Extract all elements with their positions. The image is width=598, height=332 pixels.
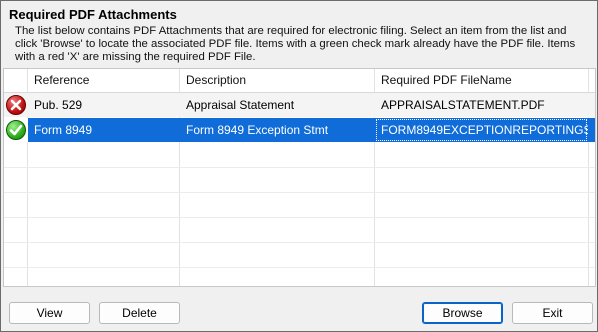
status-cell	[4, 93, 28, 117]
browse-button[interactable]: Browse	[422, 302, 503, 324]
empty-row	[4, 168, 595, 193]
filename-cell: APPRAISALSTATEMENT.PDF	[381, 98, 545, 112]
description-cell: Form 8949 Exception Stmt	[186, 123, 329, 137]
exit-button[interactable]: Exit	[512, 302, 593, 324]
column-header-description[interactable]: Description	[180, 69, 375, 92]
table-row[interactable]: Form 8949 Form 8949 Exception Stmt FORM8…	[4, 118, 595, 142]
empty-row	[4, 218, 595, 243]
empty-row	[4, 143, 595, 168]
column-header-filename[interactable]: Required PDF FileName	[375, 69, 590, 92]
filename-cell: FORM8949EXCEPTIONREPORTINGS...	[375, 118, 588, 142]
status-cell	[4, 118, 28, 142]
view-button[interactable]: View	[9, 302, 90, 324]
dialog-description: The list below contains PDF Attachments …	[15, 25, 576, 63]
reference-cell: Pub. 529	[34, 98, 83, 112]
table-row[interactable]: Pub. 529 Appraisal Statement APPRAISALST…	[4, 93, 595, 117]
green-check-icon	[6, 120, 26, 140]
dialog-header: Required PDF Attachments The list below …	[1, 1, 597, 64]
red-x-icon	[6, 95, 26, 115]
grid-header: Reference Description Required PDF FileN…	[4, 69, 595, 93]
reference-cell: Form 8949	[34, 123, 93, 137]
button-bar: View Delete Browse Exit	[1, 291, 597, 331]
description-cell: Appraisal Statement	[186, 98, 295, 112]
column-header-reference[interactable]: Reference	[28, 69, 180, 92]
empty-row	[4, 268, 595, 286]
empty-row	[4, 243, 595, 268]
pdf-attachments-dialog: Required PDF Attachments The list below …	[0, 0, 598, 332]
delete-button[interactable]: Delete	[99, 302, 180, 324]
empty-row	[4, 193, 595, 218]
dialog-title: Required PDF Attachments	[9, 7, 177, 22]
attachments-grid[interactable]: Reference Description Required PDF FileN…	[3, 68, 596, 287]
